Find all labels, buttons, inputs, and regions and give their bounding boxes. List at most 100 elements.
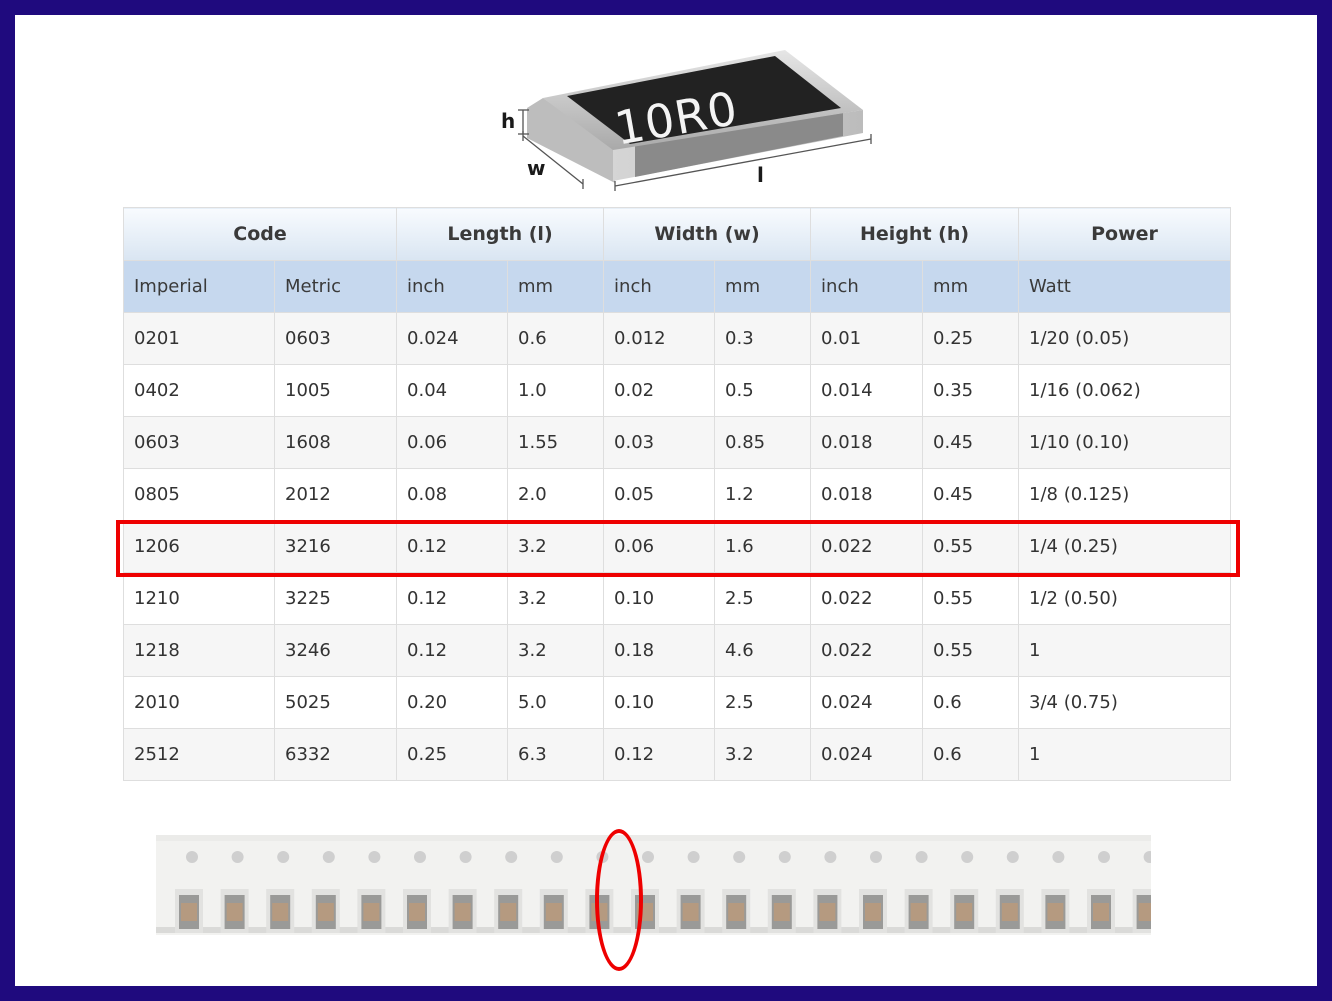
height-label: h xyxy=(501,109,515,133)
cell-height-inch: 0.01 xyxy=(810,312,924,365)
smd-component-body xyxy=(181,903,197,921)
subheader-metric: Metric xyxy=(273,260,398,313)
sprocket-hole xyxy=(1098,851,1110,863)
cell-width-mm: 1.2 xyxy=(714,468,812,521)
smd-component-body xyxy=(728,903,745,921)
sprocket-hole xyxy=(322,851,335,863)
resistor-illustration: 10R0 h w l xyxy=(501,50,872,191)
sprocket-hole xyxy=(505,851,518,863)
cell-metric: 6332 xyxy=(273,728,398,781)
cell-power-watt: 1/4 (0.25) xyxy=(1018,520,1232,573)
subheader-height-inch: inch xyxy=(810,260,924,313)
smd-component-body xyxy=(1138,903,1151,921)
cell-width-inch: 0.012 xyxy=(603,312,716,365)
cell-width-mm: 2.5 xyxy=(714,676,812,729)
cell-height-mm: 0.55 xyxy=(922,572,1020,625)
sprocket-hole xyxy=(231,851,244,863)
sprocket-hole xyxy=(186,851,198,863)
smd-component-body xyxy=(1093,903,1109,921)
cell-height-mm: 0.35 xyxy=(922,364,1020,417)
cell-height-mm: 0.25 xyxy=(922,312,1020,365)
cell-width-mm: 0.3 xyxy=(714,312,812,365)
smd-component-body xyxy=(819,903,836,921)
header-width: Width (w) xyxy=(603,207,812,261)
table-row: 1218 3246 0.12 3.2 0.18 4.6 0.022 0.55 1 xyxy=(123,624,1232,677)
resistor-size-table: Code Length (l) Width (w) Height (h) Pow… xyxy=(122,207,1232,781)
cell-metric: 2012 xyxy=(273,468,398,521)
cell-power-watt: 1/8 (0.125) xyxy=(1018,468,1232,521)
cell-width-inch: 0.10 xyxy=(603,676,716,729)
cell-width-mm: 3.2 xyxy=(714,728,812,781)
cell-metric: 1608 xyxy=(273,416,398,469)
cell-length-mm: 6.3 xyxy=(507,728,605,781)
subheader-length-inch: inch xyxy=(396,260,509,313)
cell-metric: 3246 xyxy=(273,624,398,677)
cell-length-inch: 0.06 xyxy=(396,416,509,469)
cell-height-inch: 0.022 xyxy=(810,624,924,677)
smd-component-body xyxy=(591,903,608,921)
cell-height-mm: 0.55 xyxy=(922,520,1020,573)
cell-length-mm: 1.0 xyxy=(507,364,605,417)
cell-imperial: 1218 xyxy=(123,624,275,677)
cell-height-inch: 0.022 xyxy=(810,520,924,573)
subheader-width-mm: mm xyxy=(714,260,812,313)
cell-width-mm: 4.6 xyxy=(714,624,812,677)
cell-width-mm: 0.5 xyxy=(714,364,812,417)
cell-height-mm: 0.45 xyxy=(922,468,1020,521)
cell-metric: 0603 xyxy=(273,312,398,365)
component-tape xyxy=(156,835,1151,935)
table-row: 0805 2012 0.08 2.0 0.05 1.2 0.018 0.45 1/8 (0.12… xyxy=(123,468,1232,521)
cell-length-mm: 3.2 xyxy=(507,572,605,625)
smd-component-body xyxy=(1001,903,1018,921)
smd-component-body xyxy=(454,903,471,921)
smd-component-body xyxy=(637,903,653,921)
cell-width-inch: 0.03 xyxy=(603,416,716,469)
cell-power-watt: 3/4 (0.75) xyxy=(1018,676,1232,729)
table-row: 2010 5025 0.20 5.0 0.10 2.5 0.024 0.6 3/4 (0.75) xyxy=(123,676,1232,729)
unit-header-row: Imperial Metric inch mm inch mm inch mm … xyxy=(123,260,1232,313)
cell-height-inch: 0.024 xyxy=(810,728,924,781)
cell-metric: 5025 xyxy=(273,676,398,729)
cell-length-inch: 0.12 xyxy=(396,572,509,625)
header-height: Height (h) xyxy=(810,207,1020,261)
cell-imperial: 2010 xyxy=(123,676,275,729)
subheader-imperial: Imperial xyxy=(123,260,275,313)
sprocket-hole xyxy=(961,851,974,863)
cell-width-mm: 2.5 xyxy=(714,572,812,625)
sprocket-hole xyxy=(778,851,791,863)
smd-component-body xyxy=(773,903,790,921)
smd-component-body xyxy=(272,903,289,921)
cell-imperial: 0805 xyxy=(123,468,275,521)
smd-component-body xyxy=(500,903,517,921)
cell-length-inch: 0.04 xyxy=(396,364,509,417)
table-row: 0402 1005 0.04 1.0 0.02 0.5 0.014 0.35 1/16 (0.0… xyxy=(123,364,1232,417)
cell-power-watt: 1/10 (0.10) xyxy=(1018,416,1232,469)
table-row: 0603 1608 0.06 1.55 0.03 0.85 0.018 0.45 1/10 (0… xyxy=(123,416,1232,469)
sprocket-hole xyxy=(1052,851,1065,863)
cell-length-mm: 3.2 xyxy=(507,520,605,573)
sprocket-hole xyxy=(687,851,700,863)
cell-imperial: 0603 xyxy=(123,416,275,469)
cell-length-inch: 0.12 xyxy=(396,520,509,573)
table-row: 0201 0603 0.024 0.6 0.012 0.3 0.01 0.25 1/20 (0.… xyxy=(123,312,1232,365)
cell-power-watt: 1/16 (0.062) xyxy=(1018,364,1232,417)
cell-height-mm: 0.55 xyxy=(922,624,1020,677)
subheader-height-mm: mm xyxy=(922,260,1020,313)
cell-length-inch: 0.25 xyxy=(396,728,509,781)
subheader-watt: Watt xyxy=(1018,260,1232,313)
cell-width-mm: 0.85 xyxy=(714,416,812,469)
cell-width-inch: 0.05 xyxy=(603,468,716,521)
smd-component-body xyxy=(226,903,243,921)
width-label: w xyxy=(527,156,545,180)
cell-metric: 1005 xyxy=(273,364,398,417)
smd-component-body xyxy=(317,903,334,921)
page-canvas: 10R0 h w l Code Length (l) Width (w) Hei… xyxy=(15,15,1317,986)
cell-height-inch: 0.018 xyxy=(810,416,924,469)
cell-width-inch: 0.10 xyxy=(603,572,716,625)
subheader-length-mm: mm xyxy=(507,260,605,313)
cell-power-watt: 1 xyxy=(1018,624,1232,677)
sprocket-hole xyxy=(642,851,654,863)
tape-top-edge xyxy=(156,835,1151,841)
cell-length-mm: 5.0 xyxy=(507,676,605,729)
sprocket-hole xyxy=(550,851,563,863)
